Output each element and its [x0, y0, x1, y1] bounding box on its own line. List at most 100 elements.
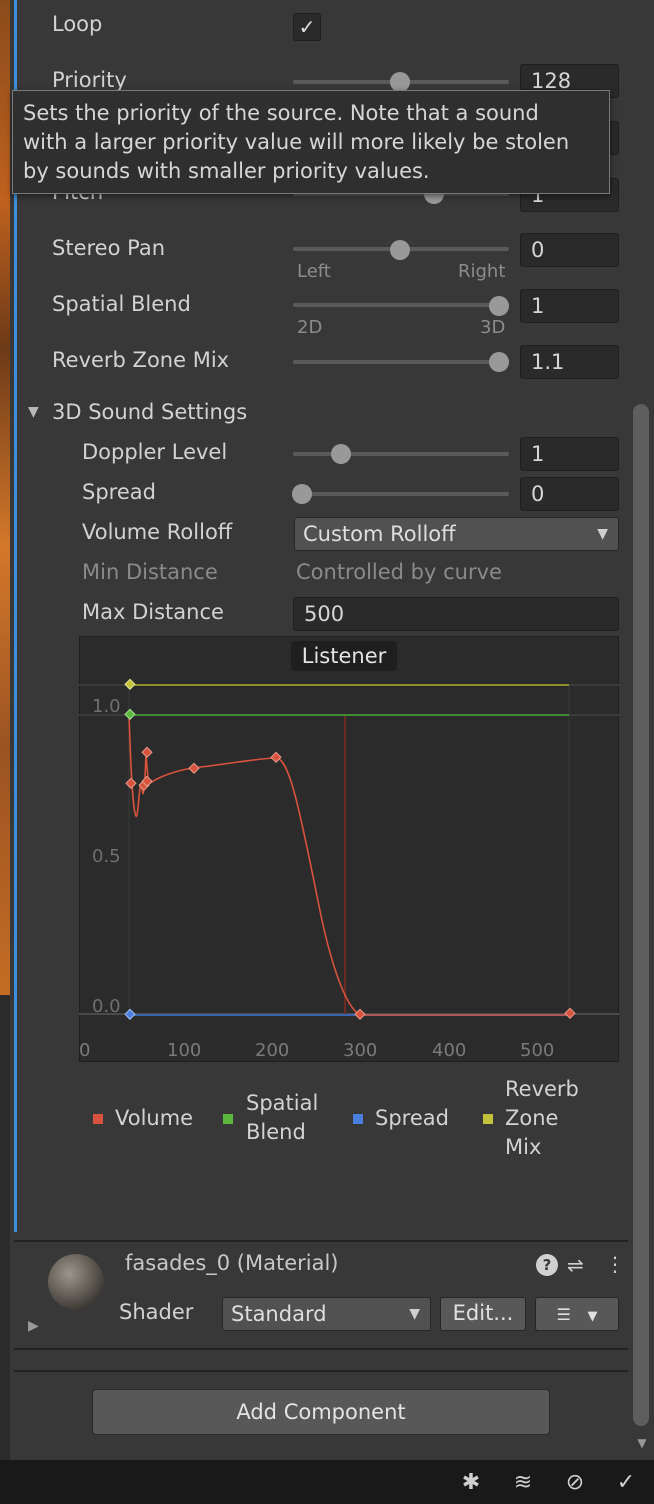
chevron-down-icon: ▼	[409, 1306, 420, 1322]
cache-server-icon[interactable]: ≋	[508, 1468, 538, 1498]
spatial-blend-3d-label: 3D	[480, 317, 506, 338]
shader-dropdown[interactable]: Standard ▼	[222, 1297, 431, 1331]
legend-swatch-volume	[93, 1114, 103, 1124]
spatial-blend-key[interactable]	[124, 708, 136, 720]
legend-swatch-reverb	[483, 1114, 493, 1124]
volume-rolloff-label: Volume Rolloff	[82, 520, 233, 544]
reverb-zone-mix-slider-track[interactable]	[293, 360, 509, 364]
network-icon[interactable]: ⊘	[560, 1468, 590, 1498]
volume-rolloff-dropdown[interactable]: Custom Rolloff ▼	[294, 517, 619, 551]
volume-curve[interactable]	[128, 714, 569, 1016]
y-tick: 0.0	[92, 996, 121, 1017]
y-tick: 0.5	[92, 846, 121, 867]
doppler-level-field[interactable]: 1	[520, 437, 619, 471]
volume-key[interactable]	[125, 777, 137, 789]
reverb-zone-mix-slider-thumb[interactable]	[489, 352, 509, 372]
spatial-blend-slider-thumb[interactable]	[489, 296, 509, 316]
shader-edit-button[interactable]: Edit...	[440, 1297, 526, 1331]
volume-key[interactable]	[270, 751, 282, 763]
min-distance-value: Controlled by curve	[296, 560, 502, 584]
reverb-key[interactable]	[124, 678, 136, 690]
status-ok-icon[interactable]: ✓	[611, 1468, 641, 1498]
volume-rolloff-value: Custom Rolloff	[303, 522, 456, 546]
legend-spread[interactable]: Spread	[375, 1104, 449, 1133]
stereo-pan-field[interactable]: 0	[520, 233, 619, 267]
priority-slider-thumb[interactable]	[390, 72, 410, 92]
listener-label: Listener	[291, 641, 397, 671]
legend-line: Reverb	[505, 1077, 579, 1101]
scene-view-strip	[0, 0, 10, 995]
spatial-blend-label: Spatial Blend	[52, 292, 191, 316]
max-distance-label: Max Distance	[82, 600, 224, 624]
legend-swatch-spatial-blend	[223, 1114, 233, 1124]
chevron-down-icon: ▼	[597, 526, 608, 542]
x-tick: 100	[167, 1040, 202, 1061]
volume-keys[interactable]	[125, 746, 576, 1020]
y-tick: 1.0	[92, 696, 121, 717]
x-tick: 300	[343, 1040, 378, 1061]
foldout-arrow-icon[interactable]: ▼	[28, 404, 39, 420]
loop-label: Loop	[52, 12, 103, 36]
material-title: fasades_0 (Material)	[125, 1251, 339, 1275]
reverb-zone-mix-field[interactable]: 1.1	[520, 345, 619, 379]
checkmark-icon: ✓	[298, 15, 316, 39]
legend-line: Mix	[505, 1135, 542, 1159]
scrollbar-thumb[interactable]	[633, 404, 649, 1426]
x-tick: 200	[255, 1040, 290, 1061]
rolloff-curve-graph[interactable]	[79, 636, 619, 1062]
spread-field[interactable]: 0	[520, 477, 619, 511]
add-component-button[interactable]: Add Component	[92, 1389, 550, 1435]
max-distance-field[interactable]: 500	[293, 597, 619, 631]
x-tick: 500	[520, 1040, 555, 1061]
legend-line: Spread	[375, 1106, 449, 1130]
reverb-zone-mix-label: Reverb Zone Mix	[52, 348, 230, 372]
chevron-down-icon: ▼	[587, 1309, 598, 1324]
x-tick: 0	[79, 1040, 91, 1061]
material-bottom-separator	[14, 1348, 628, 1350]
presets-icon[interactable]: ⇌	[567, 1253, 584, 1277]
legend-line: Blend	[246, 1120, 306, 1144]
spatial-blend-field[interactable]: 1	[520, 289, 619, 323]
x-tick: 400	[432, 1040, 467, 1061]
legend-line: Zone	[505, 1106, 559, 1130]
material-foldout-icon[interactable]: ▶	[28, 1318, 39, 1334]
sound-3d-header[interactable]: 3D Sound Settings	[52, 400, 247, 424]
volume-key[interactable]	[354, 1008, 366, 1020]
help-icon[interactable]: ?	[536, 1254, 558, 1276]
material-preview	[48, 1254, 104, 1310]
tooltip-line: with a larger priority value will more l…	[23, 130, 570, 154]
tooltip-line: by sounds with smaller priority values.	[23, 159, 430, 183]
legend-line: Spatial	[246, 1091, 319, 1115]
loop-checkbox[interactable]: ✓	[293, 13, 321, 41]
spread-key[interactable]	[124, 1008, 136, 1020]
doppler-slider-track[interactable]	[293, 452, 509, 456]
list-icon: ☰	[556, 1305, 571, 1324]
spread-slider-track[interactable]	[293, 492, 509, 496]
spatial-blend-2d-label: 2D	[297, 317, 323, 338]
legend-spatial-blend[interactable]: Spatial Blend	[246, 1089, 318, 1147]
more-menu-icon[interactable]: ⋮	[605, 1252, 625, 1276]
doppler-slider-thumb[interactable]	[331, 444, 351, 464]
legend-reverb-zone-mix[interactable]: Reverb Zone Mix	[505, 1075, 579, 1162]
shader-list-button[interactable]: ☰ ▼	[535, 1297, 619, 1331]
status-bar	[0, 1460, 654, 1504]
debug-icon[interactable]: ✱	[456, 1468, 486, 1498]
legend-volume[interactable]: Volume	[115, 1104, 193, 1133]
priority-label: Priority	[52, 68, 127, 92]
stereo-pan-slider-thumb[interactable]	[390, 240, 410, 260]
volume-key[interactable]	[188, 762, 200, 774]
legend-line: Volume	[115, 1106, 194, 1130]
min-distance-label: Min Distance	[82, 560, 218, 584]
volume-key[interactable]	[141, 746, 153, 758]
priority-tooltip: Sets the priority of the source. Note th…	[12, 90, 610, 194]
doppler-level-label: Doppler Level	[82, 440, 228, 464]
volume-key[interactable]	[564, 1007, 576, 1019]
material-separator	[14, 1240, 628, 1242]
scroll-down-icon[interactable]: ▼	[634, 1436, 650, 1450]
shader-label: Shader	[119, 1300, 194, 1324]
spread-slider-thumb[interactable]	[292, 484, 312, 504]
shader-value: Standard	[231, 1302, 327, 1326]
stereo-pan-label: Stereo Pan	[52, 236, 165, 260]
scene-view-dark	[0, 995, 10, 1460]
spatial-blend-slider-track[interactable]	[293, 303, 509, 307]
